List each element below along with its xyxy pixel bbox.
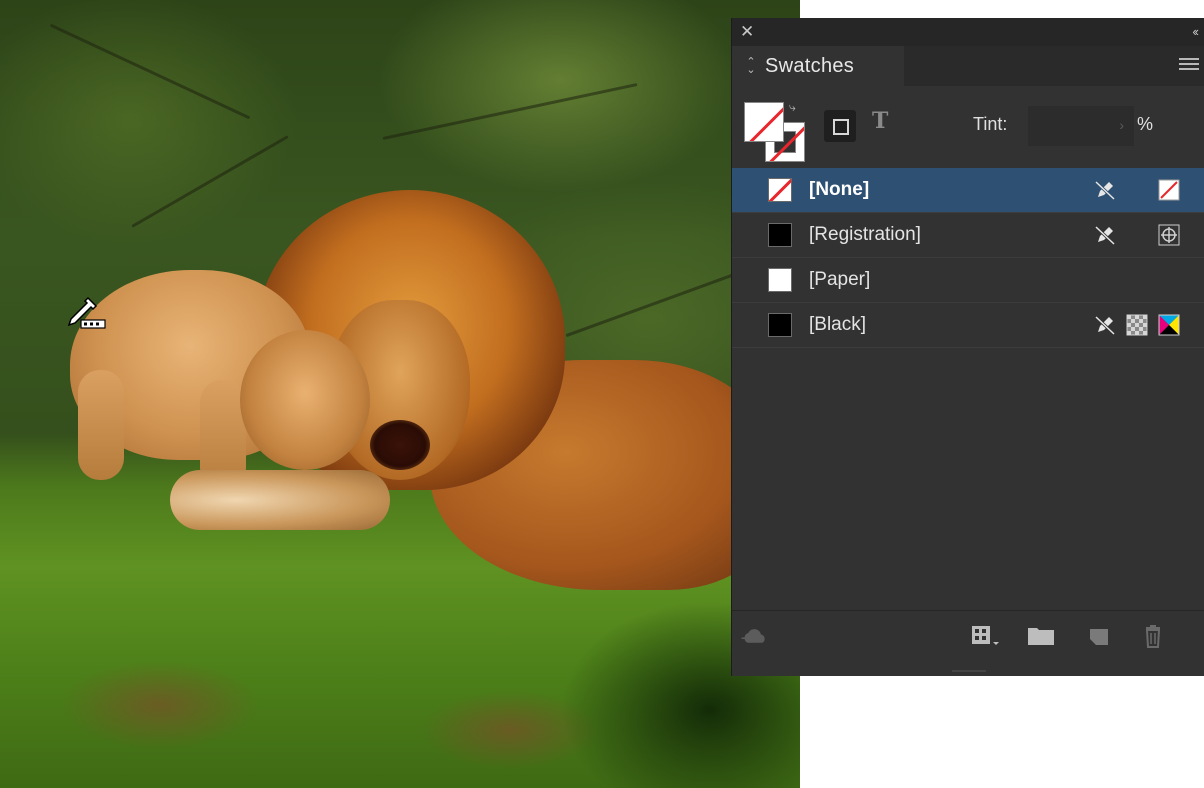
lion-paw [170,470,390,530]
swatch-chip-paper [768,268,792,292]
chevron-updown-icon[interactable]: ⌃ ⌄ [745,57,757,76]
tree-branch [49,23,251,120]
trash-icon[interactable] [1138,623,1168,649]
formatting-affects-text-icon[interactable]: T [872,108,888,134]
formatting-affects-container-button[interactable] [824,110,856,142]
cc-libraries-cloud-icon[interactable] [740,623,770,649]
new-color-group-folder-icon[interactable] [1026,623,1056,649]
fill-stroke-controls: ⤷ T Tint: › % [732,86,1204,168]
swatches-panel: ✕ ‹‹ ⌃ ⌄ Swatches ⤷ T Tint: › % [None] [… [731,18,1204,676]
swatch-row-registration[interactable]: [Registration] [732,213,1204,258]
swatch-name: [Registration] [809,224,921,245]
process-color-icon [1126,314,1148,336]
tree-branch [565,265,755,338]
swatch-list: [None] [Registration] [Paper] [Black] [732,168,1204,348]
dirt-patch [60,660,260,750]
swatch-chip-registration [768,223,792,247]
canvas-photo[interactable] [0,0,800,788]
registration-mark-icon [1158,224,1180,246]
eyedropper-cursor-icon [67,296,106,329]
close-icon[interactable]: ✕ [740,22,754,42]
pencil-no-edit-icon [1094,225,1116,246]
tree-branch [382,83,638,140]
swap-fill-stroke-icon[interactable]: ⤷ [789,100,796,115]
tint-unit: % [1137,114,1154,134]
fill-swatch[interactable] [744,102,784,142]
lion-mouth [370,420,430,470]
tree-branch [131,135,289,228]
swatch-name: [None] [809,179,870,200]
pencil-no-edit-icon [1094,315,1116,336]
cub-leg [78,370,124,480]
chevron-right-icon[interactable]: › [1119,117,1124,133]
swatch-chip-none [768,178,792,202]
panel-title-bar: ✕ ‹‹ [732,18,1204,46]
swatch-views-icon[interactable] [970,623,1000,649]
swatch-row-paper[interactable]: [Paper] [732,258,1204,303]
none-swatch-icon [1158,179,1180,201]
cmyk-mode-icon [1158,314,1180,336]
tab-swatches[interactable]: ⌃ ⌄ Swatches [732,46,904,86]
container-icon [833,119,849,135]
collapse-panel-icon[interactable]: ‹‹ [1192,22,1199,42]
swatch-name: [Black] [809,314,867,335]
swatch-chip-black [768,313,792,337]
swatch-row-black[interactable]: [Black] [732,303,1204,348]
swatch-row-none[interactable]: [None] [732,168,1204,213]
panel-menu-icon[interactable] [1179,58,1199,74]
panel-title: Swatches [765,54,855,77]
panel-resize-grip[interactable] [952,670,986,672]
new-swatch-icon[interactable] [1084,623,1114,649]
tint-label: Tint: [973,114,1008,134]
swatch-name: [Paper] [809,269,871,290]
tint-input[interactable]: › [1028,106,1134,146]
panel-tab-row: ⌃ ⌄ Swatches [732,46,1204,86]
cub-head [240,330,370,470]
panel-bottom-toolbar [732,610,1204,663]
pencil-no-edit-icon [1094,180,1116,201]
